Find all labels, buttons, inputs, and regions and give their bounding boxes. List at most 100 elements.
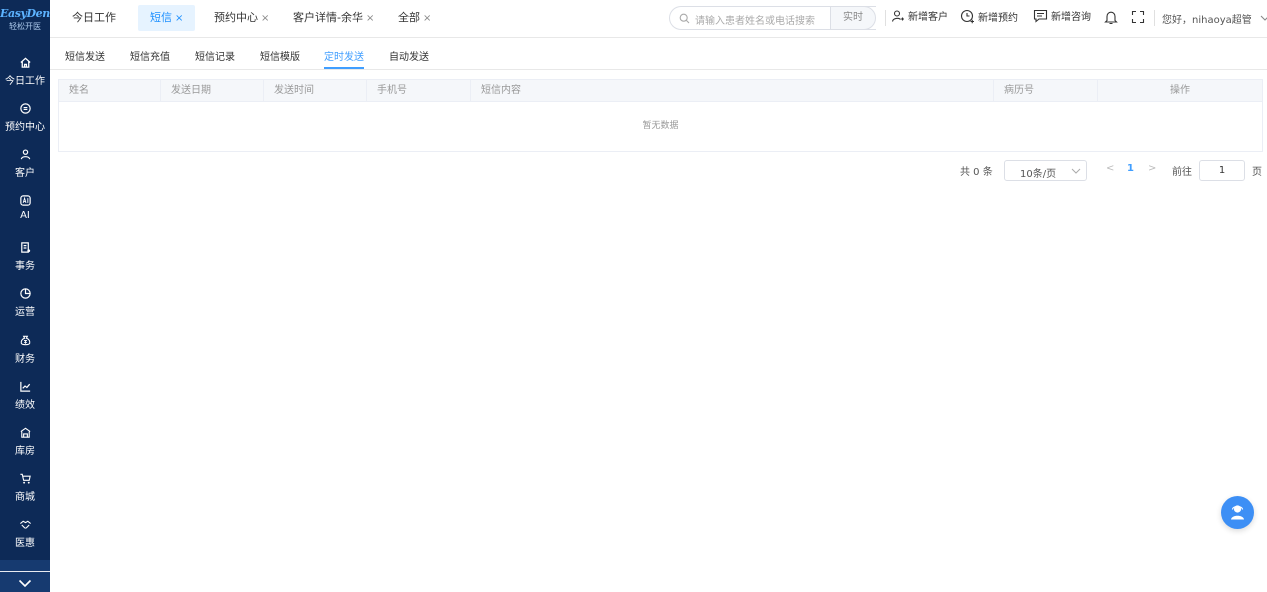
- search-placeholder: 请输入患者姓名或电话搜索: [695, 16, 815, 27]
- subtab-auto-send[interactable]: 自动发送: [389, 48, 429, 63]
- sidebar-item-ai[interactable]: AI: [0, 194, 50, 238]
- customer-service-button[interactable]: [1221, 496, 1254, 529]
- money-bag-icon: [20, 335, 30, 346]
- tab-sms[interactable]: 短信 ×: [138, 5, 196, 31]
- warehouse-icon: [20, 427, 30, 438]
- tab-label: 短信: [150, 11, 172, 24]
- bell-icon[interactable]: [1104, 10, 1118, 25]
- goto-page-input[interactable]: 1: [1199, 160, 1245, 181]
- column-header-send-date: 发送日期: [161, 80, 264, 102]
- handshake-icon: [19, 520, 31, 529]
- column-header-sms-content: 短信内容: [471, 80, 994, 102]
- active-subtab-indicator: [324, 67, 364, 69]
- user-icon: [20, 149, 30, 160]
- column-header-send-time: 发送时间: [264, 80, 367, 102]
- close-icon[interactable]: ×: [366, 13, 374, 24]
- sidebar-item-appointments[interactable]: 预约中心: [0, 102, 50, 146]
- sidebar-divider: [0, 571, 50, 572]
- close-icon[interactable]: ×: [423, 13, 431, 24]
- tab-today-work[interactable]: 今日工作: [60, 5, 128, 31]
- sidebar-item-operations[interactable]: 运营: [0, 287, 50, 331]
- message-icon: [1033, 9, 1048, 23]
- sidebar-item-label: 客户: [15, 168, 35, 179]
- subtab-sms-records[interactable]: 短信记录: [195, 48, 235, 63]
- tab-all[interactable]: 全部 ×: [386, 5, 443, 31]
- support-agent-icon: [1231, 505, 1244, 520]
- cart-icon: [19, 473, 31, 484]
- fullscreen-icon[interactable]: [1131, 10, 1145, 24]
- sms-subtabs: 短信发送 短信充值 短信记录 短信模版 定时发送 自动发送: [50, 38, 1267, 70]
- clock-add-icon: [960, 9, 974, 24]
- sidebar-item-label: 财务: [15, 354, 35, 365]
- top-tab-bar: 今日工作 短信 × 预约中心 × 客户详情-余华 × 全部 × 请输入患者姓名或电话搜索…: [50, 0, 1267, 38]
- header-divider: [1154, 10, 1155, 26]
- sidebar-more[interactable]: [0, 560, 50, 592]
- sidebar-item-label: 库房: [15, 446, 35, 457]
- sidebar-item-label: 绩效: [15, 400, 35, 411]
- column-header-actions: 操作: [1170, 85, 1190, 96]
- goto-suffix: 页: [1252, 167, 1262, 178]
- new-consult-label: 新增咨询: [1051, 12, 1091, 23]
- scheduled-sms-table: 姓名 发送日期 发送时间 手机号 短信内容 病历号 操作 暂无数据: [58, 79, 1263, 152]
- subtab-sms-send[interactable]: 短信发送: [65, 48, 105, 63]
- new-customer-button[interactable]: 新增客户: [891, 9, 948, 27]
- user-menu[interactable]: 您好，nihaoya超管: [1162, 11, 1267, 26]
- user-greeting: 您好，nihaoya超管: [1162, 15, 1252, 26]
- new-customer-label: 新增客户: [908, 12, 948, 23]
- column-header-phone: 手机号: [367, 80, 471, 102]
- sidebar-item-label: 运营: [15, 307, 35, 318]
- tab-label: 全部: [398, 11, 420, 24]
- brand-name: EasyDent: [0, 7, 55, 20]
- sidebar-item-benefits[interactable]: 医惠: [0, 518, 50, 562]
- ai-icon: [19, 195, 31, 206]
- chevron-down-icon: [1260, 15, 1267, 21]
- new-appointment-button[interactable]: 新增预约: [960, 9, 1018, 27]
- sidebar-item-affairs[interactable]: 事务: [0, 241, 50, 285]
- realtime-search-button[interactable]: 实时: [830, 6, 876, 30]
- sidebar-item-label: 预约中心: [5, 122, 45, 133]
- empty-state-text: 暂无数据: [642, 121, 679, 131]
- sidebar-item-customers[interactable]: 客户: [0, 148, 50, 192]
- pie-chart-icon: [19, 288, 31, 299]
- user-add-icon: [891, 10, 904, 22]
- sidebar-item-label: 今日工作: [5, 76, 45, 87]
- line-chart-icon: [19, 381, 30, 392]
- column-header-name: 姓名: [59, 80, 161, 102]
- pagination-total: 共 0 条: [960, 167, 993, 178]
- goto-label: 前往: [1172, 167, 1192, 178]
- sidebar-item-today-work[interactable]: 今日工作: [0, 56, 50, 100]
- sidebar-item-label: 医惠: [15, 538, 35, 549]
- subtab-scheduled-send[interactable]: 定时发送: [324, 48, 364, 63]
- calendar-clock-icon: [19, 103, 31, 114]
- home-icon: [19, 57, 31, 68]
- page-number-current[interactable]: 1: [1127, 163, 1134, 174]
- new-appointment-label: 新增预约: [978, 13, 1018, 24]
- sidebar-item-performance[interactable]: 绩效: [0, 380, 50, 424]
- subtab-sms-recharge[interactable]: 短信充值: [130, 48, 170, 63]
- sidebar: EasyDent 轻松开医 今日工作 预约中心 客户 AI 事务 运营 财务 绩…: [0, 0, 55, 592]
- document-icon: [20, 242, 30, 253]
- tab-appointment-center[interactable]: 预约中心 ×: [202, 5, 281, 31]
- new-consult-button[interactable]: 新增咨询: [1033, 9, 1091, 27]
- chevron-down-icon: [18, 579, 32, 588]
- tab-label: 预约中心: [214, 11, 258, 24]
- sidebar-item-mall[interactable]: 商城: [0, 472, 50, 516]
- brand-logo[interactable]: EasyDent 轻松开医: [0, 0, 55, 40]
- sidebar-item-warehouse[interactable]: 库房: [0, 426, 50, 470]
- tab-label: 今日工作: [72, 11, 116, 24]
- prev-page-button[interactable]: <: [1106, 163, 1114, 174]
- subtab-sms-templates[interactable]: 短信模版: [260, 48, 300, 63]
- search-icon: [679, 13, 690, 24]
- brand-subtitle: 轻松开医: [9, 22, 41, 31]
- tab-label: 客户详情-余华: [293, 11, 363, 24]
- column-header-record-number: 病历号: [994, 80, 1098, 102]
- chevron-down-icon: [1071, 168, 1081, 174]
- next-page-button[interactable]: >: [1148, 163, 1156, 174]
- sidebar-item-finance[interactable]: 财务: [0, 334, 50, 378]
- sidebar-item-label: AI: [20, 210, 30, 221]
- sidebar-item-label: 商城: [15, 492, 35, 503]
- close-icon[interactable]: ×: [261, 13, 269, 24]
- page-size-select[interactable]: 10条/页: [1004, 160, 1087, 181]
- tab-customer-detail[interactable]: 客户详情-余华 ×: [281, 5, 386, 31]
- close-icon[interactable]: ×: [175, 13, 183, 24]
